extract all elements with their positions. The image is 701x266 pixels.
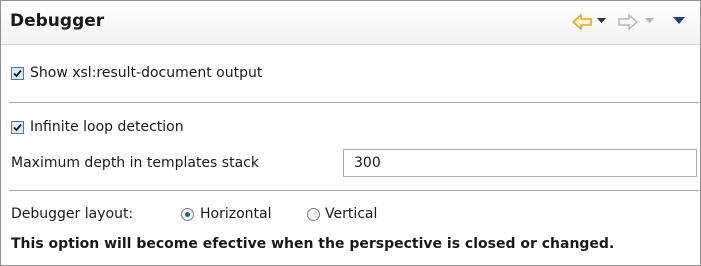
layout-vertical-label: Vertical	[325, 206, 378, 222]
layout-horizontal-radio[interactable]	[181, 208, 194, 221]
panel-header: Debugger	[1, 1, 700, 45]
back-dropdown-icon[interactable]	[597, 18, 606, 40]
infinite-loop-checkbox[interactable]	[11, 121, 24, 134]
view-menu-icon[interactable]	[673, 17, 685, 39]
forward-arrow-icon[interactable]	[617, 12, 639, 34]
show-result-document-checkbox[interactable]	[11, 67, 24, 80]
layout-vertical-radio[interactable]	[307, 208, 320, 221]
max-depth-input[interactable]: 300	[343, 149, 697, 177]
separator	[9, 190, 699, 191]
separator	[9, 102, 699, 103]
forward-dropdown-icon[interactable]	[645, 18, 654, 40]
show-result-document-row: Show xsl:result-document output	[1, 56, 700, 96]
show-result-document-label: Show xsl:result-document output	[30, 65, 263, 81]
infinite-loop-row: Infinite loop detection	[1, 107, 700, 147]
debugger-layout-label: Debugger layout:	[11, 206, 134, 222]
back-arrow-icon[interactable]	[571, 12, 593, 34]
radio-selected-dot	[185, 212, 190, 217]
layout-horizontal-label: Horizontal	[200, 206, 272, 222]
debugger-panel: Debugger Show xsl:result-document output	[0, 0, 701, 266]
perspective-note: This option will become efective when th…	[11, 236, 615, 252]
infinite-loop-label: Infinite loop detection	[30, 119, 184, 135]
max-depth-label: Maximum depth in templates stack	[11, 155, 259, 171]
panel-title: Debugger	[10, 11, 105, 31]
